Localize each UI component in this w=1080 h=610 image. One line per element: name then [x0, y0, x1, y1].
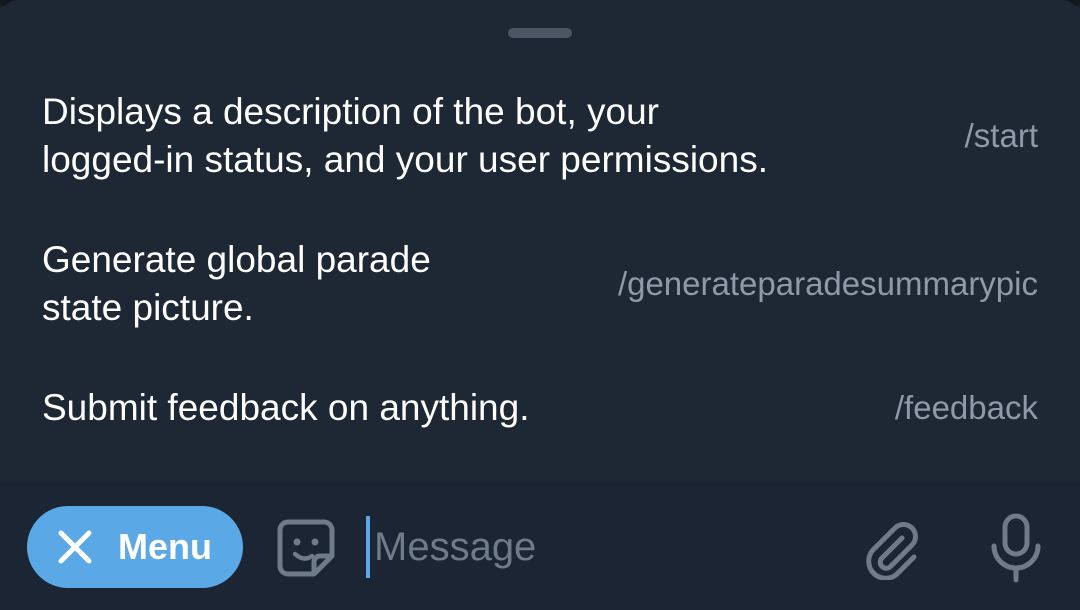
- command-row-generateparadesummarypic[interactable]: Generate global parade state picture. /g…: [0, 234, 1080, 338]
- message-input[interactable]: [374, 522, 834, 572]
- close-icon: [58, 530, 92, 564]
- paperclip-icon[interactable]: [862, 516, 922, 580]
- drag-handle[interactable]: [508, 28, 572, 38]
- command-name: /feedback: [894, 389, 1038, 426]
- menu-button[interactable]: Menu: [27, 506, 243, 588]
- command-name: /start: [964, 117, 1038, 154]
- command-description: Submit feedback on anything.: [42, 387, 530, 428]
- command-row-start[interactable]: Displays a description of the bot, your …: [0, 86, 1080, 190]
- sticker-icon[interactable]: [274, 516, 338, 580]
- microphone-icon[interactable]: [988, 512, 1044, 584]
- text-cursor: [366, 516, 370, 578]
- bot-commands-sheet: Displays a description of the bot, your …: [0, 0, 1080, 482]
- command-description: Generate global parade state picture.: [42, 239, 431, 328]
- command-name: /generateparadesummarypic: [617, 265, 1038, 302]
- command-description: Displays a description of the bot, your …: [42, 91, 768, 180]
- menu-label: Menu: [118, 526, 212, 567]
- command-row-feedback[interactable]: Submit feedback on anything. /feedback: [0, 382, 1080, 438]
